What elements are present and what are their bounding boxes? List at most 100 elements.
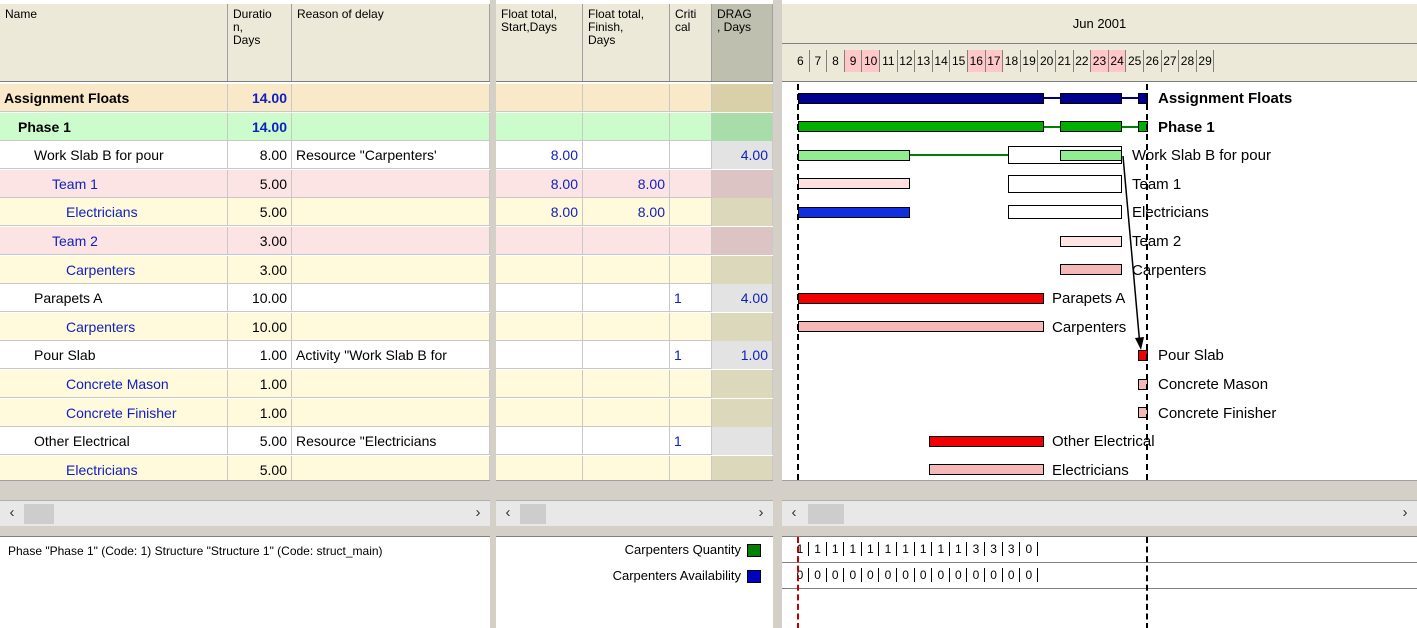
- cell-float-finish: 8.00: [583, 170, 670, 198]
- task-bar[interactable]: [929, 464, 1044, 475]
- table-row[interactable]: Concrete Finisher 1.00: [0, 399, 490, 427]
- table-row[interactable]: Carpenters 3.00: [0, 256, 490, 284]
- scroll-left-icon[interactable]: ‹: [784, 504, 804, 524]
- task-bar[interactable]: [798, 293, 1044, 304]
- float-grid: Float total, Start,Days Float total, Fin…: [496, 0, 773, 480]
- scroll-thumb[interactable]: [520, 504, 546, 524]
- cell-float-finish: [583, 141, 670, 169]
- cell-name: Carpenters: [0, 256, 228, 284]
- gantt-hscrollbar[interactable]: ‹ ›: [782, 500, 1417, 526]
- cell-name: Work Slab B for pour: [0, 141, 228, 169]
- table-row[interactable]: Electricians 5.00: [0, 456, 490, 480]
- table-row[interactable]: 8.00 4.00: [496, 141, 773, 169]
- float-bar[interactable]: [1008, 205, 1122, 219]
- table-row[interactable]: [496, 456, 773, 480]
- table-row[interactable]: [496, 313, 773, 341]
- table-row[interactable]: Work Slab B for pour 8.00 Resource "Carpen…: [0, 141, 490, 169]
- table-row[interactable]: Electricians 5.00: [0, 198, 490, 226]
- day-cell: 21: [1056, 50, 1074, 72]
- scroll-right-icon[interactable]: ›: [751, 504, 771, 524]
- histogram-body: 1111111111333000000000000000: [782, 537, 1417, 628]
- day-cell: 26: [1144, 50, 1162, 72]
- task-bar[interactable]: [798, 178, 910, 189]
- day-cell: 7: [810, 50, 828, 72]
- availability-swatch: [747, 570, 761, 584]
- cell-duration: 10.00: [228, 313, 292, 341]
- cell-float-finish: [583, 113, 670, 141]
- scroll-right-icon[interactable]: ›: [1395, 504, 1415, 524]
- table-row[interactable]: [496, 84, 773, 112]
- col-header-reason[interactable]: Reason of delay: [292, 4, 490, 81]
- project-start-line: [797, 84, 799, 480]
- grid-header: Name Duratio n, Days Reason of delay: [0, 4, 490, 82]
- cell-critical: [670, 456, 712, 480]
- status-panel: Phase "Phase 1" (Code: 1) Structure "Str…: [0, 536, 490, 628]
- scroll-left-icon[interactable]: ‹: [2, 504, 22, 524]
- task-bar[interactable]: [798, 321, 1044, 332]
- table-row[interactable]: Team 1 5.00: [0, 170, 490, 198]
- summary-bar[interactable]: [1060, 121, 1122, 132]
- cell-duration: 3.00: [228, 256, 292, 284]
- float-bar[interactable]: [1008, 175, 1122, 193]
- dependency-arrow: [1122, 155, 1144, 350]
- task-bar[interactable]: [798, 207, 910, 218]
- cell-float-start: [496, 227, 583, 255]
- histogram-cell: 3: [968, 542, 985, 556]
- col-header-critical[interactable]: Criti cal: [670, 4, 712, 81]
- table-row[interactable]: Phase 1 14.00: [0, 113, 490, 141]
- summary-bar[interactable]: [798, 93, 1044, 104]
- scroll-right-icon[interactable]: ›: [468, 504, 488, 524]
- float-hscrollbar[interactable]: ‹ ›: [496, 500, 773, 526]
- cell-reason: [292, 399, 490, 427]
- table-row[interactable]: Pour Slab 1.00 Activity "Work Slab B for: [0, 341, 490, 369]
- table-row[interactable]: 1 4.00: [496, 284, 773, 312]
- table-row[interactable]: [496, 113, 773, 141]
- cell-reason: Resource "Carpenters': [292, 141, 490, 169]
- col-header-duration[interactable]: Duratio n, Days: [228, 4, 292, 81]
- table-row[interactable]: Parapets A 10.00: [0, 284, 490, 312]
- cell-float-start: 8.00: [496, 198, 583, 226]
- task-bar[interactable]: [1060, 236, 1122, 247]
- task-bar[interactable]: [1060, 264, 1122, 275]
- histogram-cell: 0: [862, 568, 880, 582]
- table-row[interactable]: 1: [496, 427, 773, 455]
- task-bar[interactable]: [1060, 150, 1122, 161]
- col-header-drag[interactable]: DRAG , Days: [712, 4, 773, 81]
- cell-name: Concrete Mason: [0, 370, 228, 398]
- histogram-cell: 1: [792, 542, 809, 556]
- table-row[interactable]: [496, 227, 773, 255]
- grid-hscrollbar[interactable]: ‹ ›: [0, 500, 490, 526]
- histogram-cell: 1: [880, 542, 897, 556]
- summary-bar[interactable]: [1060, 93, 1122, 104]
- histogram-cell: 0: [968, 568, 985, 582]
- table-row[interactable]: [496, 256, 773, 284]
- table-row[interactable]: Other Electrical 5.00 Resource "Electricia…: [0, 427, 490, 455]
- scroll-left-icon[interactable]: ‹: [498, 504, 518, 524]
- col-header-float-finish[interactable]: Float total, Finish, Days: [583, 4, 670, 81]
- summary-bar[interactable]: [798, 121, 1044, 132]
- day-cell: 11: [880, 50, 898, 72]
- scroll-thumb[interactable]: [24, 504, 54, 524]
- table-row[interactable]: Team 2 3.00: [0, 227, 490, 255]
- cell-drag: [712, 427, 773, 455]
- table-row[interactable]: Assignment Floats 14.00: [0, 84, 490, 112]
- col-header-float-start[interactable]: Float total, Start,Days: [496, 4, 583, 81]
- histogram-cell: 1: [845, 542, 862, 556]
- scroll-thumb[interactable]: [808, 504, 844, 524]
- table-row[interactable]: [496, 399, 773, 427]
- histogram-cell: 0: [950, 568, 968, 582]
- col-header-name[interactable]: Name: [0, 4, 228, 81]
- deadline-line: [1146, 84, 1148, 480]
- table-row[interactable]: 1 1.00: [496, 341, 773, 369]
- gantt-bar-label: Pour Slab: [1158, 347, 1224, 364]
- table-row[interactable]: 8.00 8.00: [496, 198, 773, 226]
- table-row[interactable]: Concrete Mason 1.00: [0, 370, 490, 398]
- table-row[interactable]: Carpenters 10.00: [0, 313, 490, 341]
- table-row[interactable]: [496, 370, 773, 398]
- task-bar[interactable]: [929, 436, 1044, 447]
- task-bar[interactable]: [798, 150, 910, 161]
- table-row[interactable]: 8.00 8.00: [496, 170, 773, 198]
- day-cell: 25: [1126, 50, 1144, 72]
- cell-float-start: 8.00: [496, 141, 583, 169]
- histogram-cell: 1: [933, 542, 950, 556]
